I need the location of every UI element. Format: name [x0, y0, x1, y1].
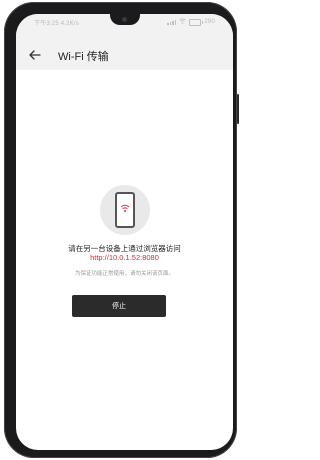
- main-content: 请在另一台设备上通过浏览器访问 http://10.0.1.52:8080 为保…: [16, 70, 233, 450]
- battery-value: 290: [204, 19, 215, 25]
- status-bar-left: 下午3:25 4.2K/s: [34, 18, 79, 27]
- battery-icon: [189, 18, 204, 26]
- phone-frame: 下午3:25 4.2K/s 290 Wi-Fi 传输 请在另一台设备上通过浏览器…: [4, 2, 239, 458]
- hint-text: 为保证功能正常使用，请勿关闭该页面。: [74, 271, 174, 277]
- stop-button[interactable]: 停止: [72, 295, 166, 317]
- power-button: [237, 94, 239, 124]
- status-time: 下午3:25: [34, 21, 59, 27]
- access-url: http://10.0.1.52:8080: [90, 253, 159, 262]
- illustration: [100, 185, 150, 235]
- status-network-speed: 4.2K/s: [60, 21, 79, 27]
- status-bar-right: 290: [167, 18, 215, 26]
- notch: [110, 14, 140, 25]
- screen: 下午3:25 4.2K/s 290 Wi-Fi 传输 请在另一台设备上通过浏览器…: [16, 14, 233, 450]
- wifi-status-icon: [179, 18, 187, 26]
- phone-wifi-icon: [115, 192, 135, 228]
- front-camera-icon: [122, 17, 127, 22]
- page-title: Wi-Fi 传输: [58, 51, 109, 63]
- toolbar: Wi-Fi 传输: [16, 44, 233, 68]
- arrow-left-icon[interactable]: [26, 46, 44, 64]
- signal-icon: [167, 19, 177, 25]
